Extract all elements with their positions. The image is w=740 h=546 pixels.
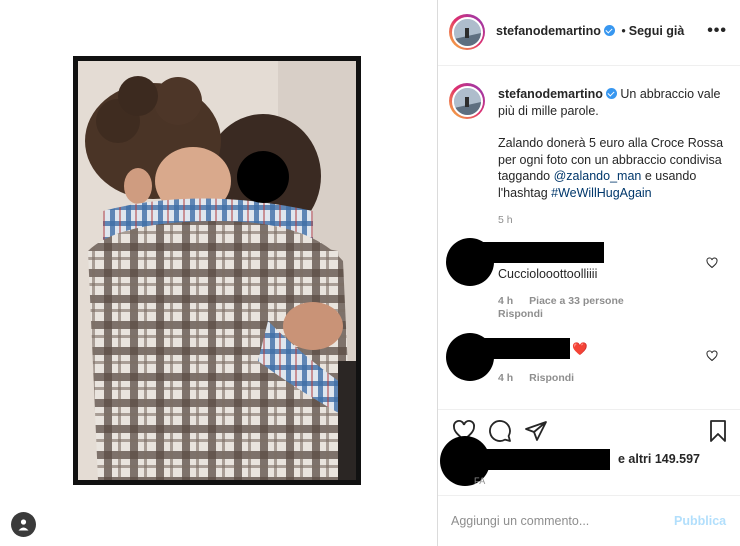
person-icon: [18, 519, 29, 531]
likes-username-redaction: [468, 449, 610, 470]
comment1-username-redaction: [476, 242, 604, 263]
header-username[interactable]: stefanodemartino: [496, 24, 601, 38]
likes-count[interactable]: e altri 149.597: [618, 452, 700, 466]
comment2-text: ❤️: [572, 342, 588, 356]
post-header: stefanodemartino • Segui già •••: [438, 0, 740, 66]
add-comment-input[interactable]: [451, 510, 661, 532]
author-avatar[interactable]: [449, 14, 485, 50]
comment1-reply-button[interactable]: Rispondi: [498, 308, 543, 320]
author-avatar-image: [451, 16, 483, 48]
header-username-line: stefanodemartino • Segui già: [496, 24, 684, 38]
comment1-meta: 4 h Piace a 33 persone: [498, 295, 640, 307]
following-button[interactable]: Segui già: [629, 24, 685, 38]
save-bookmark-icon[interactable]: [706, 419, 730, 443]
actions-separator: [438, 409, 740, 410]
separator-dot: •: [621, 24, 626, 38]
comment1-text: Cucciolooottoolliiii: [498, 267, 598, 281]
caption-author-avatar[interactable]: [449, 83, 485, 119]
post-details-pane: stefanodemartino • Segui già ••• stefanod…: [438, 0, 740, 546]
comment2-time[interactable]: 4 h: [498, 372, 513, 384]
hug-photo-illustration: [78, 61, 356, 480]
comment1-likes[interactable]: Piace a 33 persone: [529, 295, 624, 307]
post-date[interactable]: FA: [474, 476, 486, 486]
publish-button[interactable]: Pubblica: [674, 514, 726, 528]
caption-author-avatar-image: [451, 85, 483, 117]
face-redaction: [237, 151, 289, 203]
verified-badge-icon: [603, 25, 615, 36]
caption-timestamp[interactable]: 5 h: [498, 214, 513, 226]
add-comment-separator: [438, 495, 740, 496]
post-photo-frame[interactable]: [73, 56, 361, 485]
share-paper-plane-icon[interactable]: [524, 419, 548, 443]
comment2-username-redaction: [474, 338, 570, 359]
post-media-pane: [0, 0, 437, 546]
comment2-like-heart-icon[interactable]: [706, 350, 718, 362]
caption-verified-badge-icon: [605, 88, 617, 99]
comment1-time[interactable]: 4 h: [498, 295, 513, 307]
comment1-like-heart-icon[interactable]: [706, 257, 718, 269]
user-profile-icon[interactable]: [11, 512, 36, 537]
caption-text: stefanodemartino Un abbraccio vale più d…: [498, 86, 734, 201]
caption-mention-link[interactable]: @zalando_man: [554, 169, 642, 183]
comment2-meta: 4 h Rispondi: [498, 372, 590, 384]
caption-hashtag-link[interactable]: #WeWillHugAgain: [551, 186, 652, 200]
more-options-icon[interactable]: •••: [707, 22, 727, 40]
comment-bubble-icon[interactable]: [488, 419, 512, 443]
comment2-reply-button[interactable]: Rispondi: [529, 372, 574, 384]
caption-username[interactable]: stefanodemartino: [498, 87, 603, 101]
post-photo[interactable]: [78, 61, 356, 480]
